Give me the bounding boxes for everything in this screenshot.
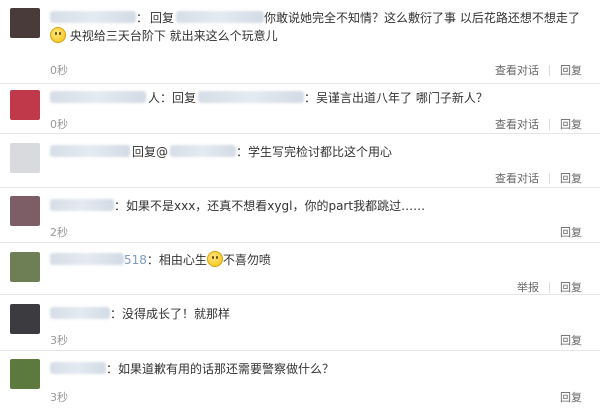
- comment-item: 518：相由心生 不喜勿喷 举报 回复: [0, 243, 600, 295]
- avatar[interactable]: [10, 90, 40, 120]
- comment-text: ：没得成长了！就那样: [50, 305, 582, 323]
- tongue-emoji-icon: [50, 27, 66, 43]
- comment-body: ：如果道歉有用的话那还需要警察做什么？: [106, 362, 335, 376]
- username-blurred[interactable]: [50, 11, 136, 23]
- comment-actions: 查看对话 回复: [495, 170, 582, 186]
- comment-body: ：学生写完检讨都比这个用心: [236, 145, 393, 159]
- report-link[interactable]: 举报: [517, 279, 539, 295]
- comment-actions: 回复: [560, 332, 582, 348]
- comment-body: 你敢说她完全不知情？这么敷衍了事 以后花路还想不想走了: [264, 11, 580, 25]
- divider: [549, 118, 550, 130]
- username-blurred[interactable]: [50, 253, 124, 265]
- comment-actions: 举报 回复: [517, 279, 582, 295]
- comment-item: 人：回复 ：吴谨言出道八年了 哪门子新人？ 0秒 查看对话 回复: [0, 84, 600, 134]
- timestamp: 2秒: [50, 226, 68, 239]
- comment-body-continued: 不喜勿喷: [222, 253, 271, 267]
- comment-separator: ：: [136, 11, 149, 25]
- timestamp: 0秒: [50, 118, 68, 131]
- comment-text: 回复@ ：学生写完检讨都比这个用心: [50, 143, 582, 161]
- divider: [549, 172, 550, 184]
- comment-text: ：如果不是xxx，还真不想看xygl，你的part我都跳过……: [50, 197, 582, 215]
- reply-prefix: 回复: [150, 11, 175, 25]
- divider: [549, 281, 550, 293]
- comment-item: 回复@ ：学生写完检讨都比这个用心 查看对话 回复: [0, 134, 600, 188]
- username-blurred[interactable]: [50, 199, 114, 211]
- avatar[interactable]: [10, 196, 40, 226]
- username-tail[interactable]: 518: [124, 253, 147, 267]
- view-conversation-link[interactable]: 查看对话: [495, 116, 539, 132]
- reply-link[interactable]: 回复: [560, 62, 582, 78]
- comment-body: ：吴谨言出道八年了 哪门子新人？: [304, 91, 488, 105]
- reply-link[interactable]: 回复: [560, 170, 582, 186]
- username-blurred[interactable]: [50, 307, 110, 319]
- avatar[interactable]: [10, 143, 40, 173]
- reply-link[interactable]: 回复: [560, 332, 582, 348]
- comment-actions: 查看对话 回复: [495, 116, 582, 132]
- avatar[interactable]: [10, 252, 40, 282]
- comment-actions: 回复: [560, 224, 582, 240]
- reply-prefix: 人：回复: [148, 91, 197, 105]
- comment-text: ：如果道歉有用的话那还需要警察做什么？: [50, 360, 582, 378]
- divider: [549, 64, 550, 76]
- username-blurred[interactable]: [50, 91, 146, 103]
- comment-actions: 查看对话 回复: [495, 62, 582, 78]
- reply-target-blurred[interactable]: [198, 91, 305, 103]
- comment-body: ：如果不是xxx，还真不想看xygl，你的part我都跳过……: [114, 199, 426, 213]
- reply-target-blurred[interactable]: [170, 145, 237, 157]
- comment-item: ：回复 你敢说她完全不知情？这么敷衍了事 以后花路还想不想走了 央视给三天台阶下 …: [0, 0, 600, 84]
- comment-item: ：如果不是xxx，还真不想看xygl，你的part我都跳过…… 2秒 回复: [0, 188, 600, 243]
- avatar[interactable]: [10, 304, 40, 334]
- comment-list: ：回复 你敢说她完全不知情？这么敷衍了事 以后花路还想不想走了 央视给三天台阶下 …: [0, 0, 600, 409]
- timestamp: 3秒: [50, 334, 68, 347]
- comment-text: 人：回复 ：吴谨言出道八年了 哪门子新人？: [50, 89, 582, 107]
- reply-link[interactable]: 回复: [560, 389, 582, 405]
- view-conversation-link[interactable]: 查看对话: [495, 170, 539, 186]
- comment-item: ：如果道歉有用的话那还需要警察做什么？ 3秒 回复: [0, 351, 600, 409]
- comment-text: ：回复 你敢说她完全不知情？这么敷衍了事 以后花路还想不想走了 央视给三天台阶下 …: [50, 9, 582, 45]
- view-conversation-link[interactable]: 查看对话: [495, 62, 539, 78]
- reply-link[interactable]: 回复: [560, 279, 582, 295]
- comment-body-continued: 央视给三天台阶下 就出来这么个玩意儿: [69, 29, 278, 43]
- smile-emoji-icon: [206, 251, 223, 267]
- username-blurred[interactable]: [50, 362, 106, 374]
- timestamp: 0秒: [50, 64, 68, 77]
- timestamp: 3秒: [50, 391, 68, 404]
- reply-link[interactable]: 回复: [560, 224, 582, 240]
- comment-text: 518：相由心生 不喜勿喷: [50, 251, 582, 269]
- comment-body: ：相由心生: [146, 253, 207, 267]
- avatar[interactable]: [10, 359, 40, 389]
- reply-prefix: 回复@: [132, 145, 169, 159]
- comment-item: ：没得成长了！就那样 3秒 回复: [0, 295, 600, 351]
- reply-link[interactable]: 回复: [560, 116, 582, 132]
- reply-target-blurred[interactable]: [176, 11, 265, 23]
- avatar[interactable]: [10, 8, 40, 38]
- username-blurred[interactable]: [50, 145, 130, 157]
- comment-actions: 回复: [560, 389, 582, 405]
- comment-body: ：没得成长了！就那样: [110, 307, 231, 321]
